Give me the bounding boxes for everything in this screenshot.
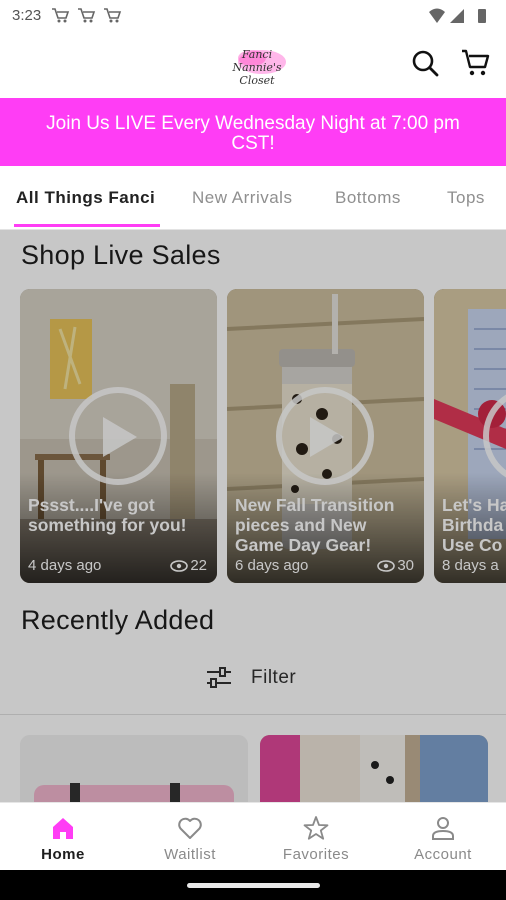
nav-waitlist[interactable]: Waitlist: [127, 803, 253, 871]
cart-notification-icon: [78, 8, 96, 23]
product-card[interactable]: [260, 735, 488, 802]
recently-added-heading: Recently Added: [21, 605, 215, 635]
logo-text: Fanci Nannie's Closet: [232, 48, 282, 87]
search-icon[interactable]: [409, 47, 441, 79]
main-content[interactable]: Shop Live Sales Pssst....I've got someth…: [0, 230, 506, 802]
eye-icon: [377, 560, 396, 572]
view-count: 30: [377, 557, 414, 574]
nav-account-label: Account: [414, 846, 472, 863]
nav-account[interactable]: Account: [380, 803, 506, 871]
home-icon: [53, 818, 73, 839]
nav-favorites-label: Favorites: [282, 846, 350, 863]
play-icon: [103, 417, 137, 457]
live-sale-title: Let's Ha Birthda Use Co: [442, 495, 506, 555]
system-gesture-bar: [0, 870, 506, 900]
live-sale-card[interactable]: New Fall Transition pieces and New Game …: [227, 289, 424, 583]
banner-text: Join Us LIVE Every Wednesday Night at 7:…: [46, 113, 460, 154]
nav-home[interactable]: Home: [0, 803, 126, 871]
active-tab-indicator: [14, 224, 160, 227]
tab-new-arrivals[interactable]: New Arrivals: [192, 188, 292, 208]
eye-icon: [170, 560, 189, 572]
store-logo[interactable]: Fanci Nannie's Closet: [222, 42, 292, 87]
filter-row: Filter: [0, 655, 506, 715]
cart-notification-icon: [104, 8, 122, 23]
system-status-icons: [428, 7, 496, 30]
tab-all-things-fanci[interactable]: All Things Fanci: [16, 188, 155, 208]
filter-icon: [207, 667, 231, 688]
play-icon: [310, 417, 344, 457]
live-sale-age: 6 days ago: [235, 557, 309, 574]
product-card[interactable]: [20, 735, 248, 802]
account-icon: [432, 817, 454, 840]
view-count: 22: [170, 557, 207, 574]
cart-icon[interactable]: [460, 47, 492, 79]
app-header: Fanci Nannie's Closet: [0, 32, 506, 98]
live-sale-title: Pssst....I've got something for you!: [28, 495, 187, 535]
wifi-icon: [429, 8, 445, 23]
nav-home-label: Home: [41, 846, 85, 863]
tab-bottoms[interactable]: Bottoms: [335, 188, 401, 208]
filter-label: Filter: [251, 667, 297, 688]
play-button[interactable]: [69, 387, 167, 485]
live-sale-card[interactable]: Let's Ha Birthda Use Co 8 days a: [434, 289, 506, 583]
tab-tops[interactable]: Tops: [447, 188, 485, 208]
notification-icons: [52, 8, 122, 29]
live-sale-card[interactable]: Pssst....I've got something for you! 4 d…: [20, 289, 217, 583]
cart-notification-icon: [52, 8, 70, 23]
status-bar: 3:23: [0, 0, 506, 32]
live-sale-title: New Fall Transition pieces and New Game …: [235, 495, 395, 555]
category-tabs: All Things Fanci New Arrivals Bottoms To…: [0, 166, 506, 230]
star-icon: [303, 816, 329, 840]
product-thumbnail: [20, 735, 248, 802]
live-sale-age: 8 days a: [442, 557, 499, 574]
nav-favorites[interactable]: Favorites: [253, 803, 379, 871]
status-time: 3:23: [12, 7, 42, 24]
live-sale-age: 4 days ago: [28, 557, 102, 574]
bottom-navigation: Home Waitlist Favorites Account: [0, 802, 506, 870]
home-gesture-handle[interactable]: [187, 883, 320, 888]
nav-waitlist-label: Waitlist: [164, 846, 216, 863]
product-thumbnail: [260, 735, 488, 802]
battery-icon: [478, 9, 486, 23]
live-sales-heading: Shop Live Sales: [21, 240, 221, 270]
signal-icon: [450, 9, 464, 23]
live-schedule-banner[interactable]: Join Us LIVE Every Wednesday Night at 7:…: [0, 98, 506, 166]
heart-icon: [178, 817, 202, 839]
play-button[interactable]: [276, 387, 374, 485]
